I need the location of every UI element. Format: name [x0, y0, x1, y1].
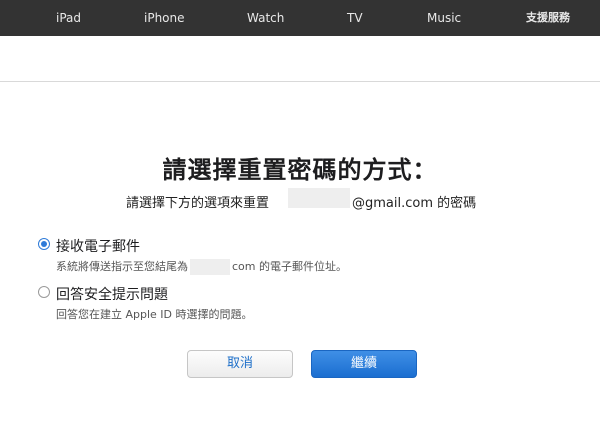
nav-item-music[interactable]: Music [427, 0, 461, 36]
nav-item-tv[interactable]: TV [347, 0, 363, 36]
subtitle-prefix: 請選擇下方的選項來重置 [126, 196, 270, 211]
nav-item-watch[interactable]: Watch [247, 0, 284, 36]
option-security-questions-label: 回答安全提示問題 [56, 287, 168, 303]
radio-email[interactable] [38, 238, 50, 250]
radio-security-questions[interactable] [38, 286, 50, 298]
option-security-questions-desc: 回答您在建立 Apple ID 時選擇的問題。 [56, 308, 253, 321]
option-email-desc: 系統將傳送指示至您結尾為 com 的電子郵件位址。 [56, 258, 347, 275]
page-title: 請選擇重置密碼的方式： [162, 156, 438, 184]
sub-header-bar [0, 36, 600, 82]
redacted-email-user [288, 188, 350, 208]
option-email-label: 接收電子郵件 [56, 239, 140, 255]
subtitle-suffix: @gmail.com 的密碼 [352, 196, 477, 211]
nav-item-ipad[interactable]: iPad [56, 0, 81, 36]
nav-item-iphone[interactable]: iPhone [144, 0, 185, 36]
global-nav: iPad iPhone Watch TV Music 支援服務 [0, 0, 600, 36]
option-email-desc-suffix: com 的電子郵件位址。 [232, 260, 347, 273]
cancel-button[interactable]: 取消 [187, 350, 293, 378]
option-email-desc-prefix: 系統將傳送指示至您結尾為 [56, 260, 188, 273]
continue-button[interactable]: 繼續 [311, 350, 417, 378]
redacted-email-domain [190, 259, 230, 275]
nav-item-support[interactable]: 支援服務 [526, 0, 570, 36]
